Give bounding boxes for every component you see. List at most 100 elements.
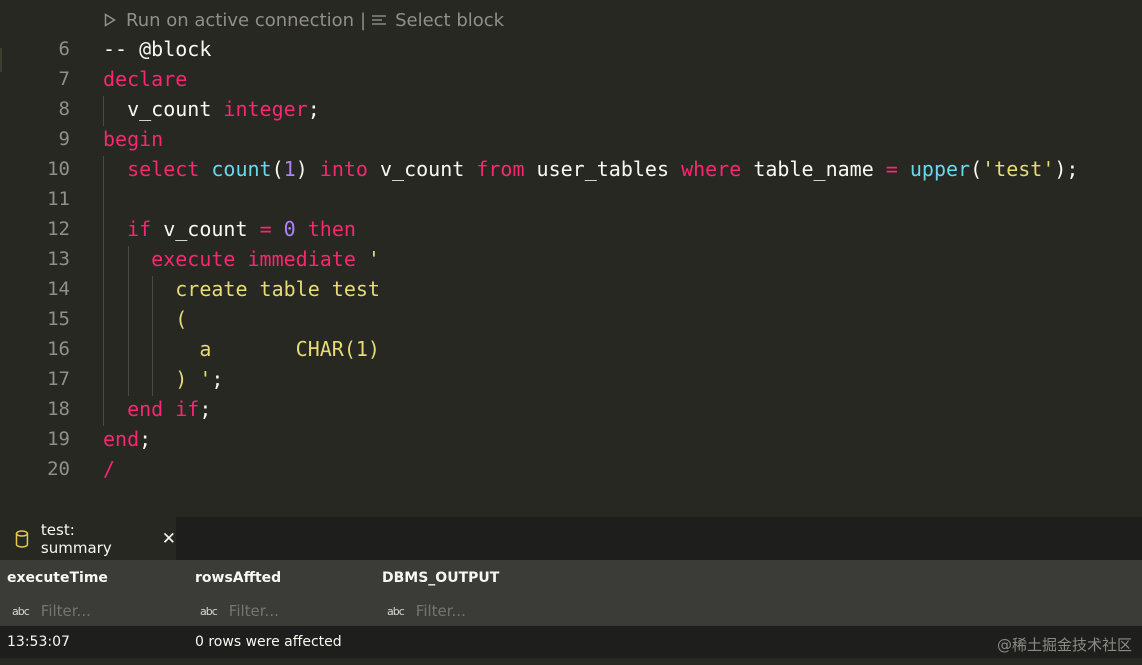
- code-line[interactable]: 13 execute immediate ': [0, 244, 1142, 274]
- code-line[interactable]: 11: [0, 184, 1142, 214]
- code-token: a CHAR(1): [103, 337, 380, 361]
- code-text: end if;: [103, 394, 211, 424]
- text-filter-icon: abc: [12, 604, 30, 618]
- code-editor[interactable]: Run on active connection | Select block …: [0, 0, 1142, 517]
- code-token: v_count: [151, 217, 260, 241]
- table-row[interactable]: 13:53:07 0 rows were affected: [0, 626, 1142, 658]
- code-line[interactable]: 9 begin: [0, 124, 1142, 154]
- results-tab-bar: test: summary ✕: [0, 517, 1142, 560]
- code-text: select count(1) into v_count from user_t…: [103, 154, 1078, 184]
- code-token: /: [103, 457, 116, 481]
- filter-placeholder: Filter...: [40, 602, 91, 620]
- database-icon: [15, 529, 29, 548]
- line-number: 13: [47, 248, 70, 270]
- code-token: select: [127, 157, 200, 181]
- play-icon: [104, 13, 116, 27]
- line-number: 11: [47, 188, 70, 210]
- indent-guide-block: [103, 156, 104, 426]
- code-line[interactable]: 20 /: [0, 454, 1142, 484]
- code-line[interactable]: 18 end if;: [0, 394, 1142, 424]
- code-text: (: [103, 304, 187, 334]
- line-number: 7: [58, 68, 70, 90]
- indent-guide-if: [128, 246, 129, 396]
- line-number: 18: [47, 398, 70, 420]
- code-token: ) ': [103, 367, 212, 391]
- tab-label: test: summary: [40, 520, 112, 557]
- run-on-active-connection-button[interactable]: Run on active connection: [104, 10, 354, 31]
- column-header-executetime[interactable]: executeTime: [7, 560, 108, 596]
- code-token: declare: [103, 67, 188, 91]
- code-text: a CHAR(1): [103, 334, 380, 364]
- code-text: -- @block: [103, 34, 211, 64]
- code-token: if: [127, 217, 152, 241]
- line-number: 17: [47, 368, 70, 390]
- code-text: ) ';: [103, 364, 223, 394]
- code-text: declare: [103, 64, 187, 94]
- code-token: );: [1054, 157, 1079, 181]
- run-label: Run on active connection: [126, 9, 354, 31]
- code-token: 1: [283, 157, 296, 181]
- line-number: 19: [47, 428, 70, 450]
- tab-test-summary[interactable]: test: summary ✕: [0, 517, 176, 560]
- select-lines-icon: [372, 15, 387, 25]
- indent-guide-block: [103, 96, 104, 126]
- code-text: /: [103, 454, 115, 484]
- close-icon[interactable]: ✕: [162, 529, 176, 549]
- filter-placeholder: Filter...: [228, 602, 279, 620]
- cell-executetime: 13:53:07: [7, 634, 70, 650]
- code-token: 'test': [982, 157, 1055, 181]
- code-line[interactable]: 17 ) ';: [0, 364, 1142, 394]
- code-line[interactable]: 19 end;: [0, 424, 1142, 454]
- code-token: 0: [283, 217, 296, 241]
- text-filter-icon: abc: [387, 604, 405, 618]
- code-token: (: [271, 157, 284, 181]
- code-line[interactable]: 7 declare: [0, 64, 1142, 94]
- filter-input-rowsaffted[interactable]: abc Filter...: [200, 596, 279, 626]
- results-grid: executeTime rowsAffted DBMS_OUTPUT abc F…: [0, 560, 1142, 665]
- code-token: begin: [103, 127, 164, 151]
- column-header-dbms-output[interactable]: DBMS_OUTPUT: [382, 560, 499, 596]
- code-line[interactable]: 8 v_count integer;: [0, 94, 1142, 124]
- code-line[interactable]: 10 select count(1) into v_count from use…: [0, 154, 1142, 184]
- code-line[interactable]: 6 -- @block: [0, 34, 1142, 64]
- code-line[interactable]: 15 (: [0, 304, 1142, 334]
- indent-guide-execute: [152, 276, 153, 396]
- line-number: 20: [47, 458, 70, 480]
- code-text: v_count integer;: [103, 94, 320, 124]
- select-block-label: Select block: [395, 9, 505, 31]
- column-header-rowsaffted[interactable]: rowsAffted: [195, 560, 281, 596]
- filter-input-executetime[interactable]: abc Filter...: [12, 596, 91, 626]
- code-line[interactable]: 16 a CHAR(1): [0, 334, 1142, 364]
- line-number: 10: [47, 158, 70, 180]
- code-line[interactable]: 12 if v_count = 0 then: [0, 214, 1142, 244]
- code-line[interactable]: 14 create table test: [0, 274, 1142, 304]
- code-token: then: [307, 217, 356, 241]
- code-token: execute immediate: [151, 247, 356, 271]
- grid-header-row: executeTime rowsAffted DBMS_OUTPUT: [0, 560, 1142, 596]
- grid-filter-row: abc Filter... abc Filter... abc Filter..…: [0, 596, 1142, 626]
- code-token: where: [681, 157, 742, 181]
- code-token: ;: [199, 397, 212, 421]
- code-token: ;: [307, 97, 320, 121]
- code-token: user_tables: [524, 157, 682, 181]
- code-text: end;: [103, 424, 151, 454]
- filter-input-dbms-output[interactable]: abc Filter...: [387, 596, 466, 626]
- filter-placeholder: Filter...: [415, 602, 466, 620]
- code-token: count: [211, 157, 272, 181]
- watermark: @稀土掘金技术社区: [996, 636, 1132, 654]
- code-token: end if: [127, 397, 200, 421]
- select-block-button[interactable]: Select block: [371, 10, 504, 31]
- code-text: if v_count = 0 then: [103, 214, 356, 244]
- code-token: from: [476, 157, 525, 181]
- code-token: integer: [223, 97, 308, 121]
- line-number: 16: [47, 338, 70, 360]
- code-token: end: [103, 427, 140, 451]
- code-token: upper: [909, 157, 971, 181]
- code-token: =: [259, 217, 272, 241]
